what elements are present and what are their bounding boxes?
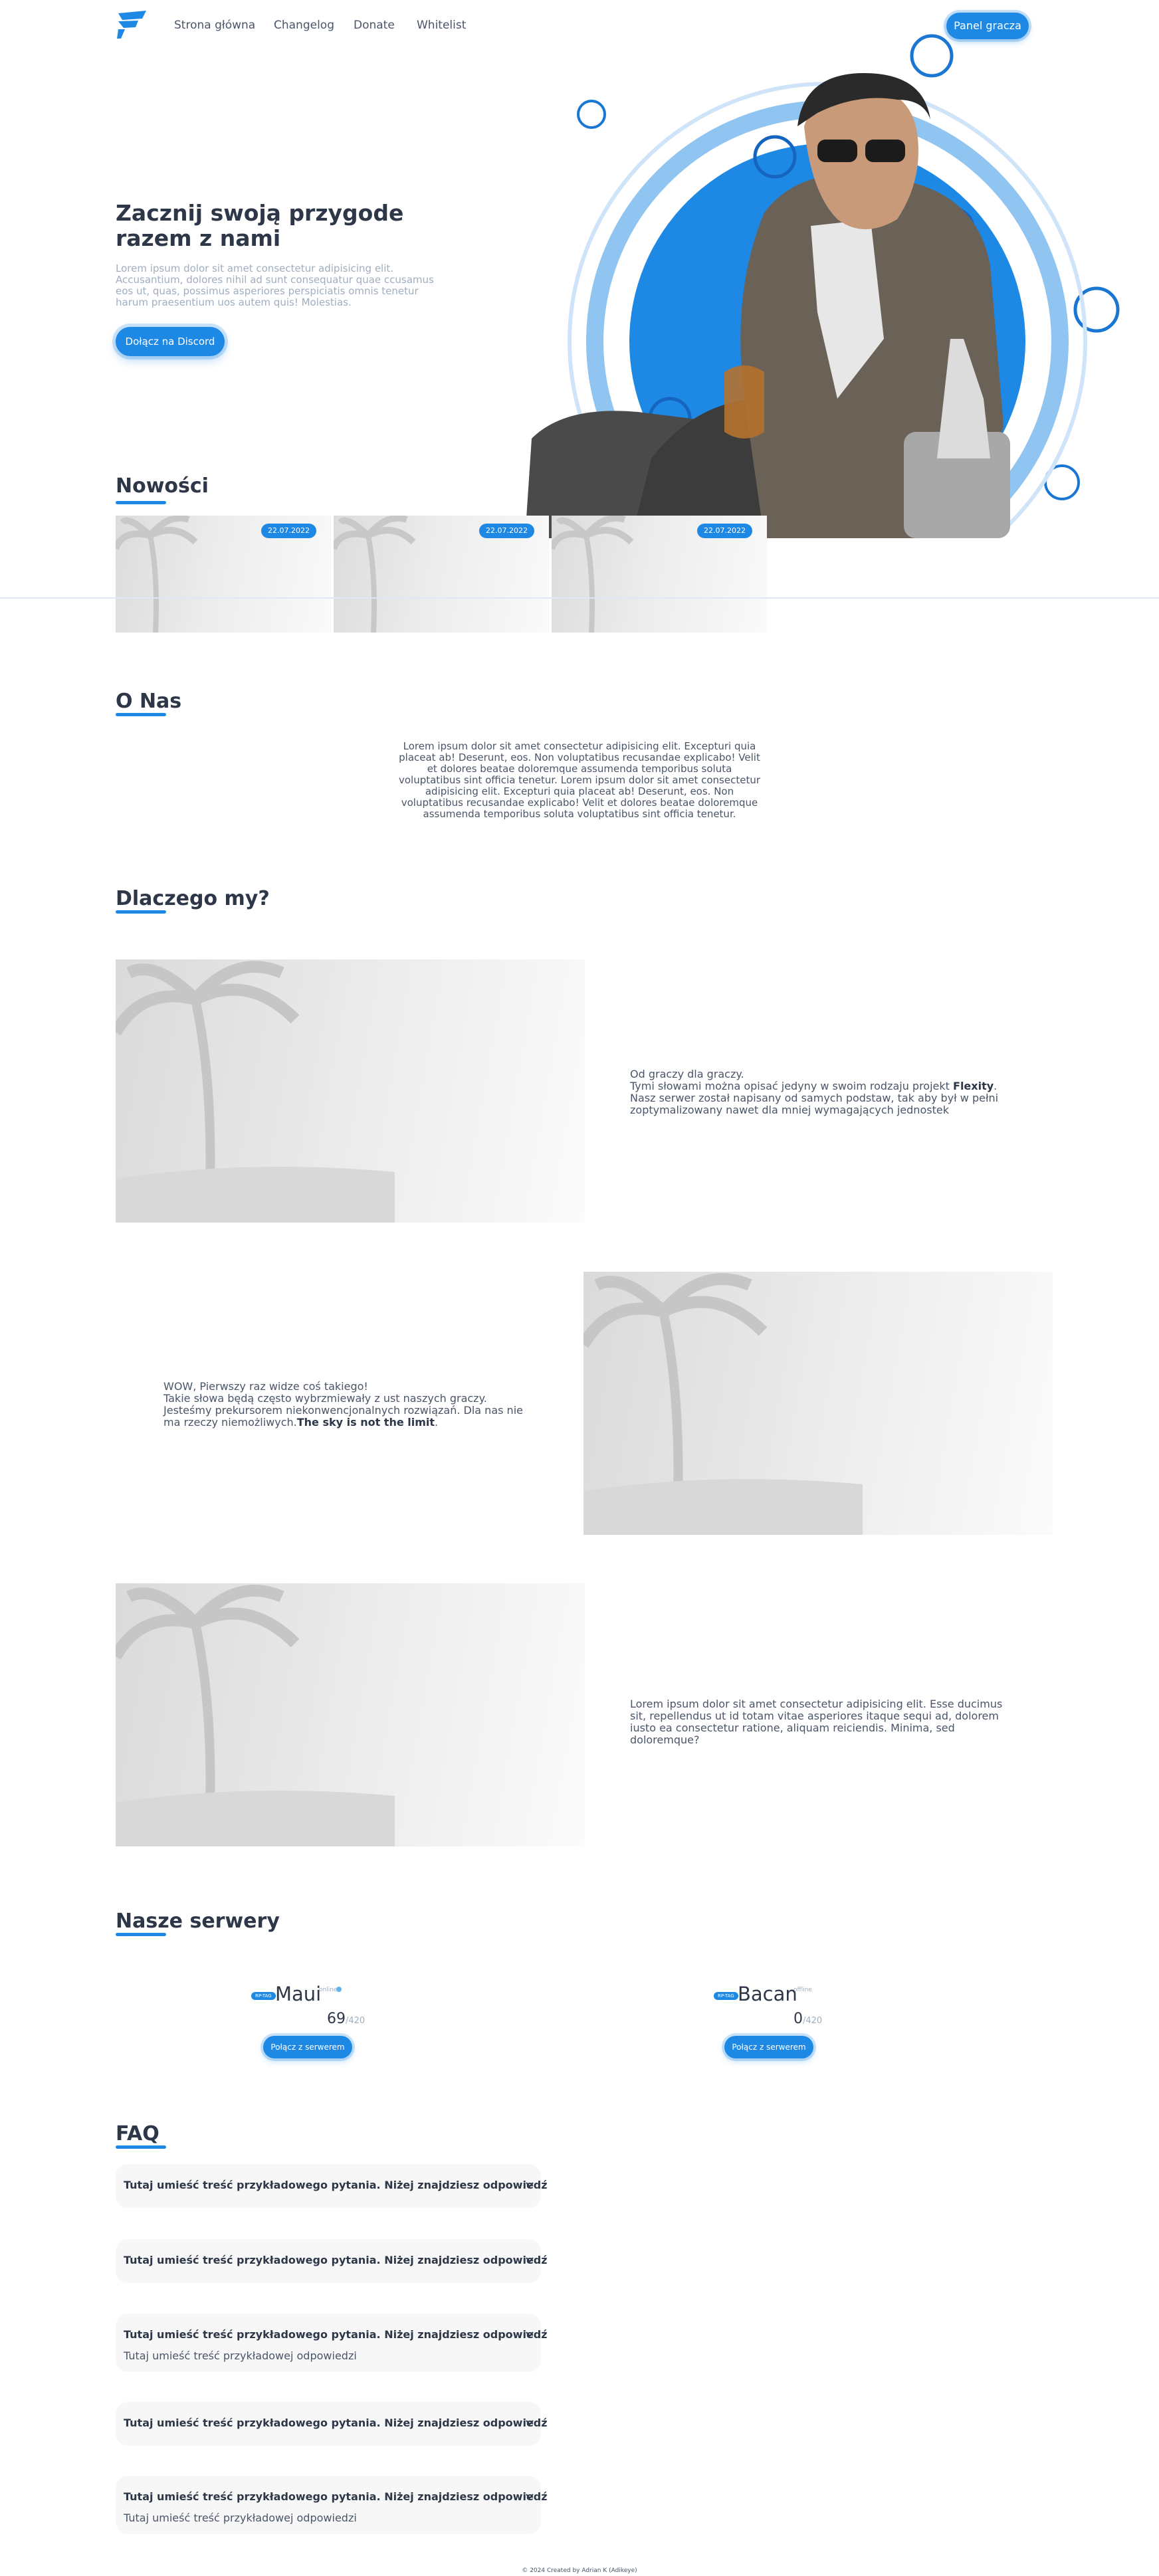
footer-copyright: © 2024 Created by Adrian K (Adikeye) (522, 2567, 637, 2574)
decor-ring (577, 100, 606, 129)
faq-section-title: FAQ (116, 2122, 159, 2145)
players-max: /420 (803, 2016, 823, 2026)
slogan: The sky is not the limit (296, 1416, 435, 1429)
player-count: 0/420 (793, 2011, 822, 2027)
brand-name: Flexity (953, 1080, 994, 1092)
servers-title-underline (116, 1933, 166, 1936)
news-card[interactable]: 22.07.2022 (334, 516, 549, 633)
why-section-title: Dlaczego my? (116, 887, 270, 910)
server-card-maui: RP-TAG Maui online 69/420 Połącz z serwe… (250, 1983, 416, 2062)
server-status: offline (793, 1987, 812, 1993)
section-divider (0, 597, 1159, 599)
palm-tree-image (116, 961, 395, 1223)
chevron-down-icon (526, 2420, 534, 2426)
server-card-bacan: RP-TAG Bacan offline 0/420 Połącz z serw… (712, 1983, 879, 2062)
players-online: 0 (793, 2011, 803, 2027)
server-status: online (319, 1987, 338, 1993)
why-text-2-line: Takie słowa będą często wybrzmiewały z u… (163, 1393, 529, 1429)
faq-question: Tutaj umieść treść przykładowego pytania… (124, 2254, 548, 2266)
connect-server-button[interactable]: Połącz z serwerem (263, 2036, 352, 2058)
why-text-2: WOW, Pierwszy raz widze coś takiego! Tak… (163, 1381, 529, 1429)
join-discord-button[interactable]: Dołącz na Discord (116, 327, 225, 356)
why-text-1-fragment: . (994, 1080, 998, 1092)
news-date-badge: 22.07.2022 (261, 524, 316, 538)
chevron-down-icon (526, 2182, 534, 2188)
server-name: Maui (275, 1983, 322, 2005)
hero-description: Lorem ipsum dolor sit amet consectetur a… (116, 262, 434, 308)
why-text-2-line: WOW, Pierwszy raz widze coś takiego! (163, 1380, 368, 1393)
nav-link-whitelist[interactable]: Whitelist (417, 19, 466, 32)
why-text-1: Od graczy dla graczy. Tymi słowami można… (630, 1068, 1002, 1116)
nav-link-changelog[interactable]: Changelog (274, 19, 334, 32)
faq-answer: Tutaj umieść treść przykładowej odpowied… (124, 2512, 357, 2524)
faq-item[interactable]: Tutaj umieść treść przykładowego pytania… (116, 2164, 548, 2208)
faq-title-underline (116, 2145, 166, 2149)
decor-ring (910, 34, 954, 78)
faq-answer: Tutaj umieść treść przykładowej odpowied… (124, 2349, 357, 2362)
nav-link-home[interactable]: Strona główna (174, 19, 255, 32)
server-tag: RP-TAG (251, 1992, 276, 2000)
why-text-1-line: Od graczy dla graczy. (630, 1068, 744, 1080)
news-section-title: Nowości (116, 474, 209, 498)
chevron-down-icon (526, 2494, 534, 2500)
players-max: /420 (346, 2016, 366, 2026)
faq-item[interactable]: Tutaj umieść treść przykładowego pytania… (116, 2476, 548, 2534)
why-text-1-line: Tymi słowami można opisać jedyny w swoim… (630, 1080, 1002, 1092)
hero-title: Zacznij swoją przygode razem z nami (116, 200, 404, 251)
why-text-3: Lorem ipsum dolor sit amet consectetur a… (630, 1698, 1003, 1746)
servers-section-title: Nasze serwery (116, 1910, 280, 1933)
nav-link-donate[interactable]: Donate (354, 19, 395, 32)
about-title-underline (116, 713, 166, 716)
player-count: 69/420 (327, 2011, 365, 2027)
faq-item[interactable]: Tutaj umieść treść przykładowego pytania… (116, 2239, 548, 2283)
why-text-1-fragment: Tymi słowami można opisać jedyny w swoim… (630, 1080, 954, 1092)
players-online: 69 (327, 2011, 346, 2027)
why-image-3 (116, 1583, 585, 1846)
faq-item[interactable]: Tutaj umieść treść przykładowego pytania… (116, 2402, 548, 2446)
why-text-2-fragment: . (435, 1416, 439, 1429)
server-tag: RP-TAG (714, 1992, 738, 2000)
news-date-badge: 22.07.2022 (479, 524, 534, 538)
about-description: Lorem ipsum dolor sit amet consectetur a… (398, 740, 761, 820)
about-section-title: O Nas (116, 690, 182, 713)
faq-question: Tutaj umieść treść przykładowego pytania… (124, 2417, 548, 2429)
hero-character-illustration (525, 34, 1120, 538)
news-card[interactable]: 22.07.2022 (116, 516, 331, 633)
chevron-down-icon (526, 2257, 534, 2263)
why-image-1 (116, 959, 585, 1223)
online-indicator-icon (336, 1987, 342, 1992)
palm-tree-image (583, 1273, 863, 1535)
news-date-badge: 22.07.2022 (697, 524, 752, 538)
faq-item[interactable]: Tutaj umieść treść przykładowego pytania… (116, 2314, 548, 2372)
why-text-1-line: Nasz serwer został napisany od samych po… (630, 1092, 999, 1116)
why-title-underline (116, 910, 166, 914)
palm-tree-image (116, 1585, 395, 1846)
chevron-down-icon (526, 2331, 534, 2337)
faq-question: Tutaj umieść treść przykładowego pytania… (124, 2179, 548, 2191)
connect-server-button[interactable]: Połącz z serwerem (724, 2036, 813, 2058)
news-card[interactable]: 22.07.2022 (552, 516, 767, 633)
faq-question: Tutaj umieść treść przykładowego pytania… (124, 2490, 548, 2503)
faq-question: Tutaj umieść treść przykładowego pytania… (124, 2328, 548, 2341)
server-name: Bacan (738, 1983, 797, 2005)
why-image-2 (583, 1272, 1053, 1535)
flexity-logo-icon[interactable] (116, 9, 148, 39)
news-title-underline (116, 501, 166, 504)
